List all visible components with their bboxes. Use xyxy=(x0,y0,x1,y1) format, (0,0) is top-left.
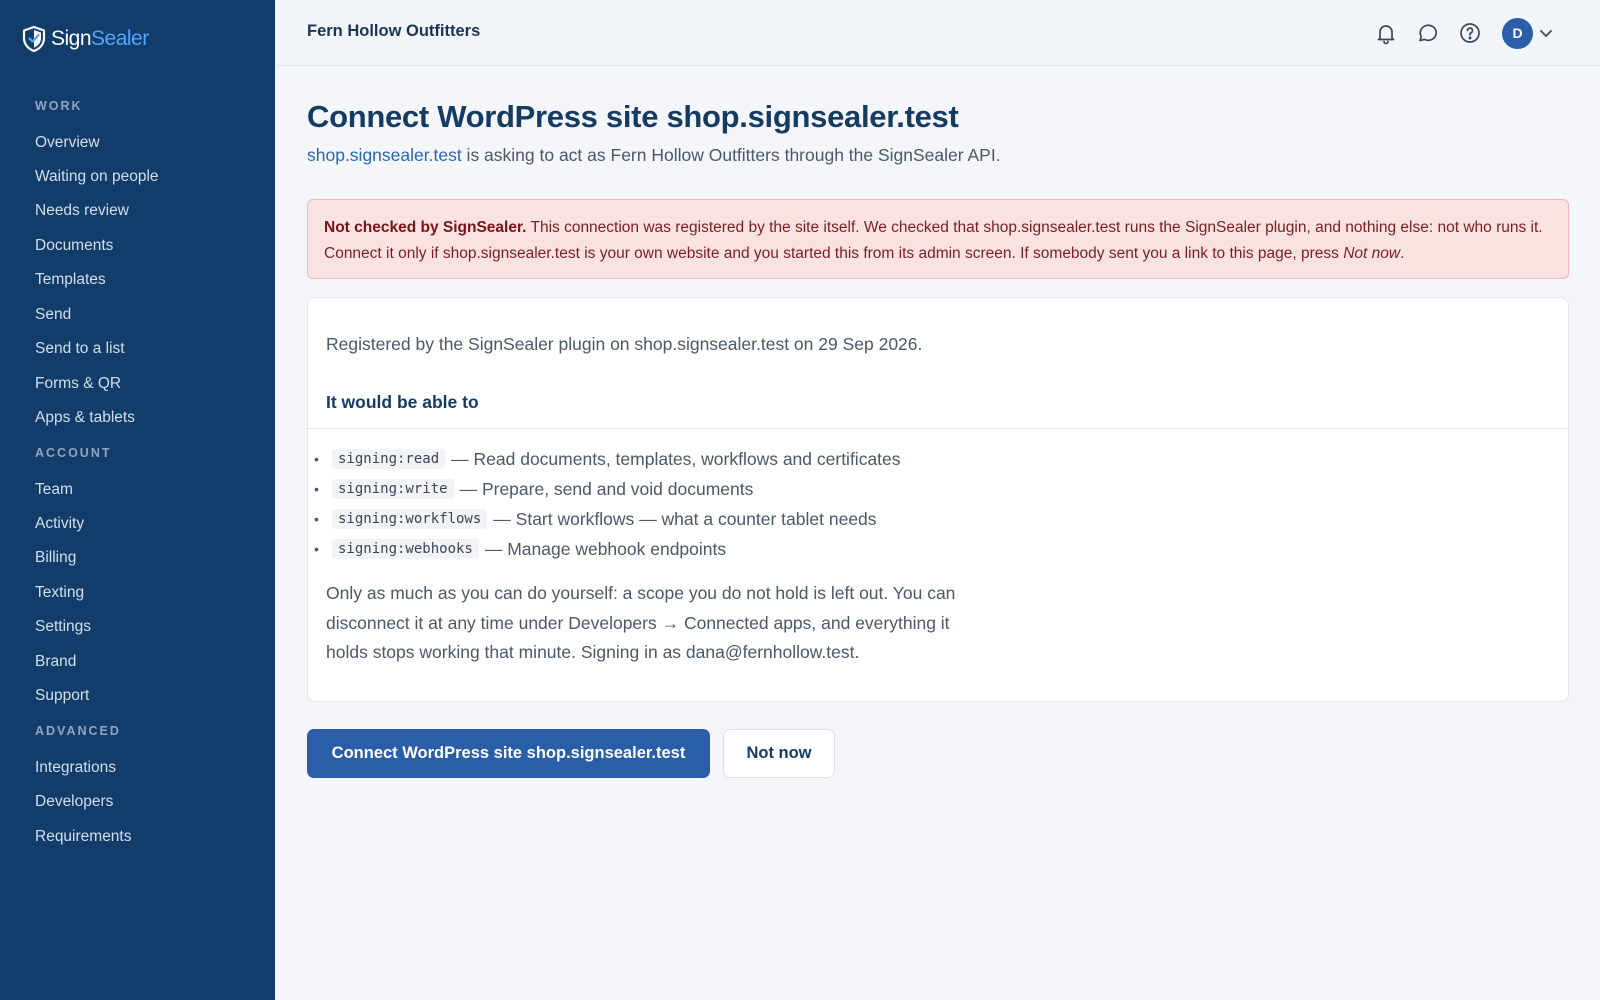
nav-item-needs-review[interactable]: Needs review xyxy=(35,202,129,220)
chevron-down-icon[interactable] xyxy=(1537,24,1555,42)
nav-section-advanced: ADVANCED xyxy=(35,724,121,738)
bullet-icon: • xyxy=(314,481,319,497)
nav-item-forms-qr[interactable]: Forms & QR xyxy=(35,375,121,393)
bullet-icon: • xyxy=(314,451,319,467)
registration-info: Registered by the SignSealer plugin on s… xyxy=(326,334,923,354)
scope-item: • signing:workflows — Start workflows — wh… xyxy=(314,504,901,534)
scope-code: signing:workflows xyxy=(332,509,488,529)
sidebar: SignSealer WORK Overview Waiting on peop… xyxy=(0,0,275,1000)
shield-check-icon xyxy=(22,25,46,53)
scope-code: signing:read xyxy=(332,449,446,469)
nav-item-billing[interactable]: Billing xyxy=(35,549,76,567)
scope-item: • signing:webhooks — Manage webhook endpoi… xyxy=(314,534,901,564)
scope-item: • signing:write — Prepare, send and void d… xyxy=(314,474,901,504)
nav-item-support[interactable]: Support xyxy=(35,687,89,705)
nav-section-work: WORK xyxy=(35,99,83,113)
nav-item-overview[interactable]: Overview xyxy=(35,134,100,152)
warning-alert: Not checked by SignSealer. This connecti… xyxy=(307,199,1569,279)
scope-code: signing:webhooks xyxy=(332,539,479,559)
page-title: Connect WordPress site shop.signsealer.t… xyxy=(307,99,959,134)
site-link[interactable]: shop.signsealer.test xyxy=(307,145,462,165)
nav-item-documents[interactable]: Documents xyxy=(35,237,113,255)
card-divider xyxy=(308,428,1568,429)
alert-end: . xyxy=(1400,244,1405,262)
scope-description: — Start workflows — what a counter table… xyxy=(493,508,877,529)
org-name[interactable]: Fern Hollow Outfitters xyxy=(307,22,480,41)
nav-item-activity[interactable]: Activity xyxy=(35,515,84,533)
scope-note: Only as much as you can do yourself: a s… xyxy=(326,583,956,662)
nav-item-texting[interactable]: Texting xyxy=(35,584,84,602)
scope-description: — Read documents, templates, workflows a… xyxy=(451,448,901,469)
bell-icon[interactable] xyxy=(1374,21,1398,45)
bullet-icon: • xyxy=(314,511,319,527)
scope-list: • signing:read — Read documents, templates… xyxy=(314,444,901,564)
nav-item-send[interactable]: Send xyxy=(35,306,71,324)
nav-item-integrations[interactable]: Integrations xyxy=(35,759,116,777)
subtitle-text: is asking to act as Fern Hollow Outfitte… xyxy=(461,145,1001,165)
bullet-icon: • xyxy=(314,541,319,557)
permissions-heading: It would be able to xyxy=(326,392,479,412)
nav-item-settings[interactable]: Settings xyxy=(35,618,91,636)
nav-item-brand[interactable]: Brand xyxy=(35,653,76,671)
brand-logo-link[interactable]: SignSealer xyxy=(21,24,149,54)
alert-not-now-ref: Not now xyxy=(1343,244,1401,262)
permissions-card: Registered by the SignSealer plugin on s… xyxy=(307,297,1569,702)
page-subtitle: shop.signsealer.test is asking to act as… xyxy=(307,145,1001,166)
nav-section-account: ACCOUNT xyxy=(35,446,112,460)
scope-description: — Manage webhook endpoints xyxy=(484,538,727,559)
connect-button[interactable]: Connect WordPress site shop.signsealer.t… xyxy=(307,729,710,778)
nav-item-waiting-on-people[interactable]: Waiting on people xyxy=(35,168,159,186)
nav-item-developers[interactable]: Developers xyxy=(35,793,113,811)
help-icon[interactable] xyxy=(1458,21,1482,45)
brand-name: SignSealer xyxy=(51,27,149,50)
nav-item-templates[interactable]: Templates xyxy=(35,271,106,289)
not-now-button[interactable]: Not now xyxy=(723,729,835,778)
nav-item-apps-tablets[interactable]: Apps & tablets xyxy=(35,409,135,427)
user-avatar[interactable]: D xyxy=(1502,18,1533,49)
chat-icon[interactable] xyxy=(1416,21,1440,45)
nav-item-requirements[interactable]: Requirements xyxy=(35,828,132,846)
top-bar: Fern Hollow Outfitters D xyxy=(275,0,1600,66)
alert-title: Not checked by SignSealer. xyxy=(324,219,527,236)
scope-description: — Prepare, send and void documents xyxy=(459,478,754,499)
scope-item: • signing:read — Read documents, templates… xyxy=(314,444,901,474)
nav-item-send-to-a-list[interactable]: Send to a list xyxy=(35,340,125,358)
scope-code: signing:write xyxy=(332,479,454,499)
nav-item-team[interactable]: Team xyxy=(35,481,73,499)
